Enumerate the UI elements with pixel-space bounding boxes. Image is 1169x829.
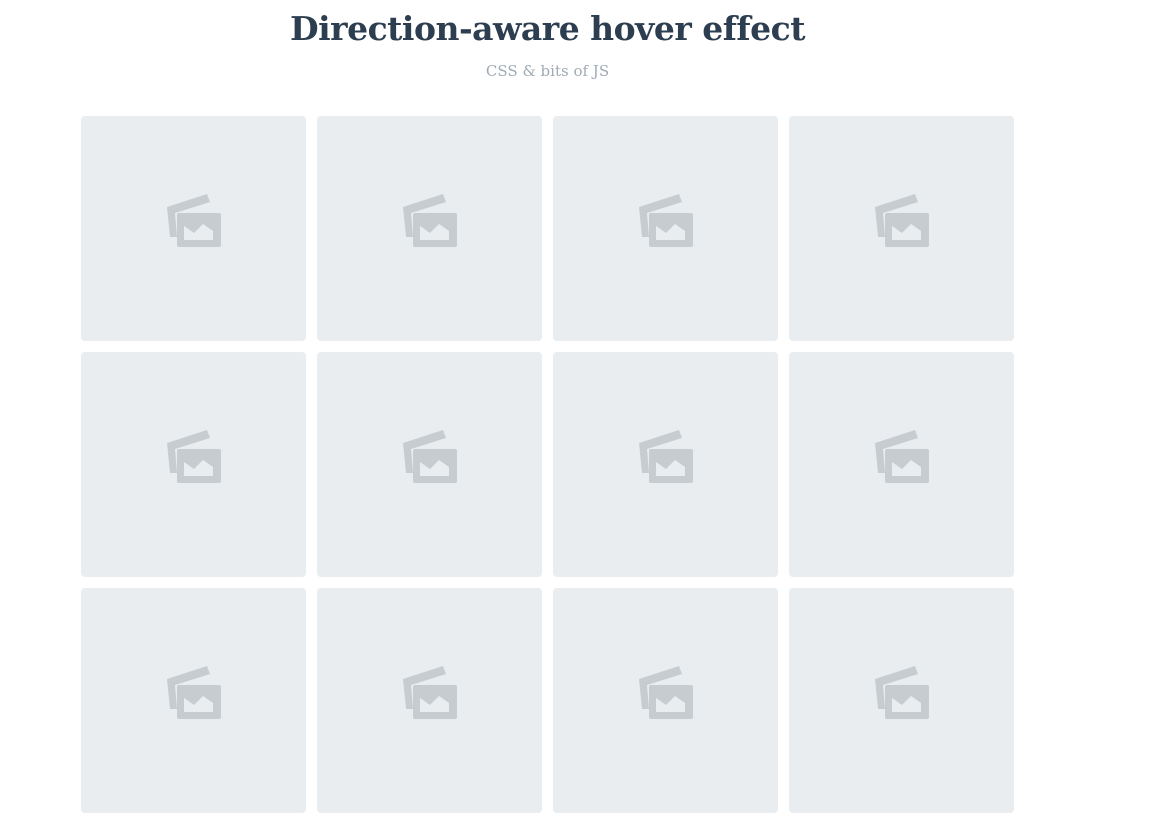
image-placeholder-icon [165, 429, 221, 483]
grid-tile[interactable] [81, 588, 306, 813]
image-placeholder-icon [637, 665, 693, 719]
page-subtitle: CSS & bits of JS [485, 62, 610, 80]
grid-tile[interactable] [789, 352, 1014, 577]
grid-tile[interactable] [789, 588, 1014, 813]
grid-tile[interactable] [553, 588, 778, 813]
tile-grid [81, 116, 1014, 813]
image-placeholder-icon [401, 193, 457, 247]
grid-tile[interactable] [317, 588, 542, 813]
grid-tile[interactable] [789, 116, 1014, 341]
image-placeholder-icon [873, 665, 929, 719]
grid-tile[interactable] [81, 352, 306, 577]
image-placeholder-icon [401, 665, 457, 719]
image-placeholder-icon [165, 665, 221, 719]
page-title: Direction-aware hover effect [290, 9, 805, 48]
grid-tile[interactable] [553, 352, 778, 577]
image-placeholder-icon [637, 193, 693, 247]
image-placeholder-icon [873, 193, 929, 247]
image-placeholder-icon [873, 429, 929, 483]
image-placeholder-icon [165, 193, 221, 247]
image-placeholder-icon [401, 429, 457, 483]
grid-tile[interactable] [317, 352, 542, 577]
image-placeholder-icon [637, 429, 693, 483]
grid-tile[interactable] [553, 116, 778, 341]
grid-tile[interactable] [317, 116, 542, 341]
grid-tile[interactable] [81, 116, 306, 341]
